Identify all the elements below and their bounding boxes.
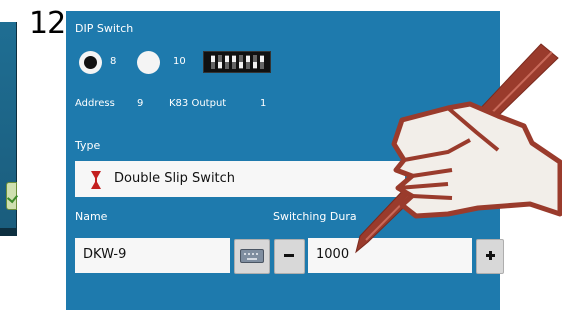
output-value: 1 (260, 98, 267, 109)
name-value: DKW-9 (83, 247, 127, 262)
dip-switch-lever (238, 55, 243, 69)
switching-duration-label: Switching Dura (273, 210, 357, 223)
dip-switch-lever (259, 55, 264, 69)
keyboard-icon (240, 249, 264, 263)
address-label: Address (75, 98, 115, 109)
dip-switch-lever (217, 55, 222, 69)
dip-switch-icon (203, 51, 271, 73)
type-label: Type (75, 139, 101, 152)
dip-switch-title: DIP Switch (75, 22, 134, 35)
step-number: 12 (29, 6, 66, 41)
dip-10-label: 10 (173, 56, 186, 67)
double-slip-switch-icon (91, 171, 101, 189)
switching-duration-value: 1000 (316, 247, 350, 262)
output-label: K83 Output (169, 98, 227, 109)
plus-icon-vertical (489, 251, 492, 260)
dip-switch-lever (252, 55, 257, 69)
dip-switch-lever (210, 55, 215, 69)
dip-switch-lever (245, 55, 250, 69)
type-value: Double Slip Switch (114, 171, 236, 186)
screen-edge-shadow (0, 228, 17, 236)
dip-8-label: 8 (110, 56, 117, 67)
address-value: 9 (137, 98, 144, 109)
name-label: Name (75, 210, 108, 223)
dip-switch-lever (224, 55, 229, 69)
adjacent-screen-edge (0, 22, 17, 236)
dip-8-radio[interactable] (79, 51, 102, 74)
dip-switch-lever (231, 55, 236, 69)
check-tab-icon (6, 182, 17, 210)
dip-10-radio[interactable] (137, 51, 160, 74)
minus-icon (284, 254, 294, 257)
